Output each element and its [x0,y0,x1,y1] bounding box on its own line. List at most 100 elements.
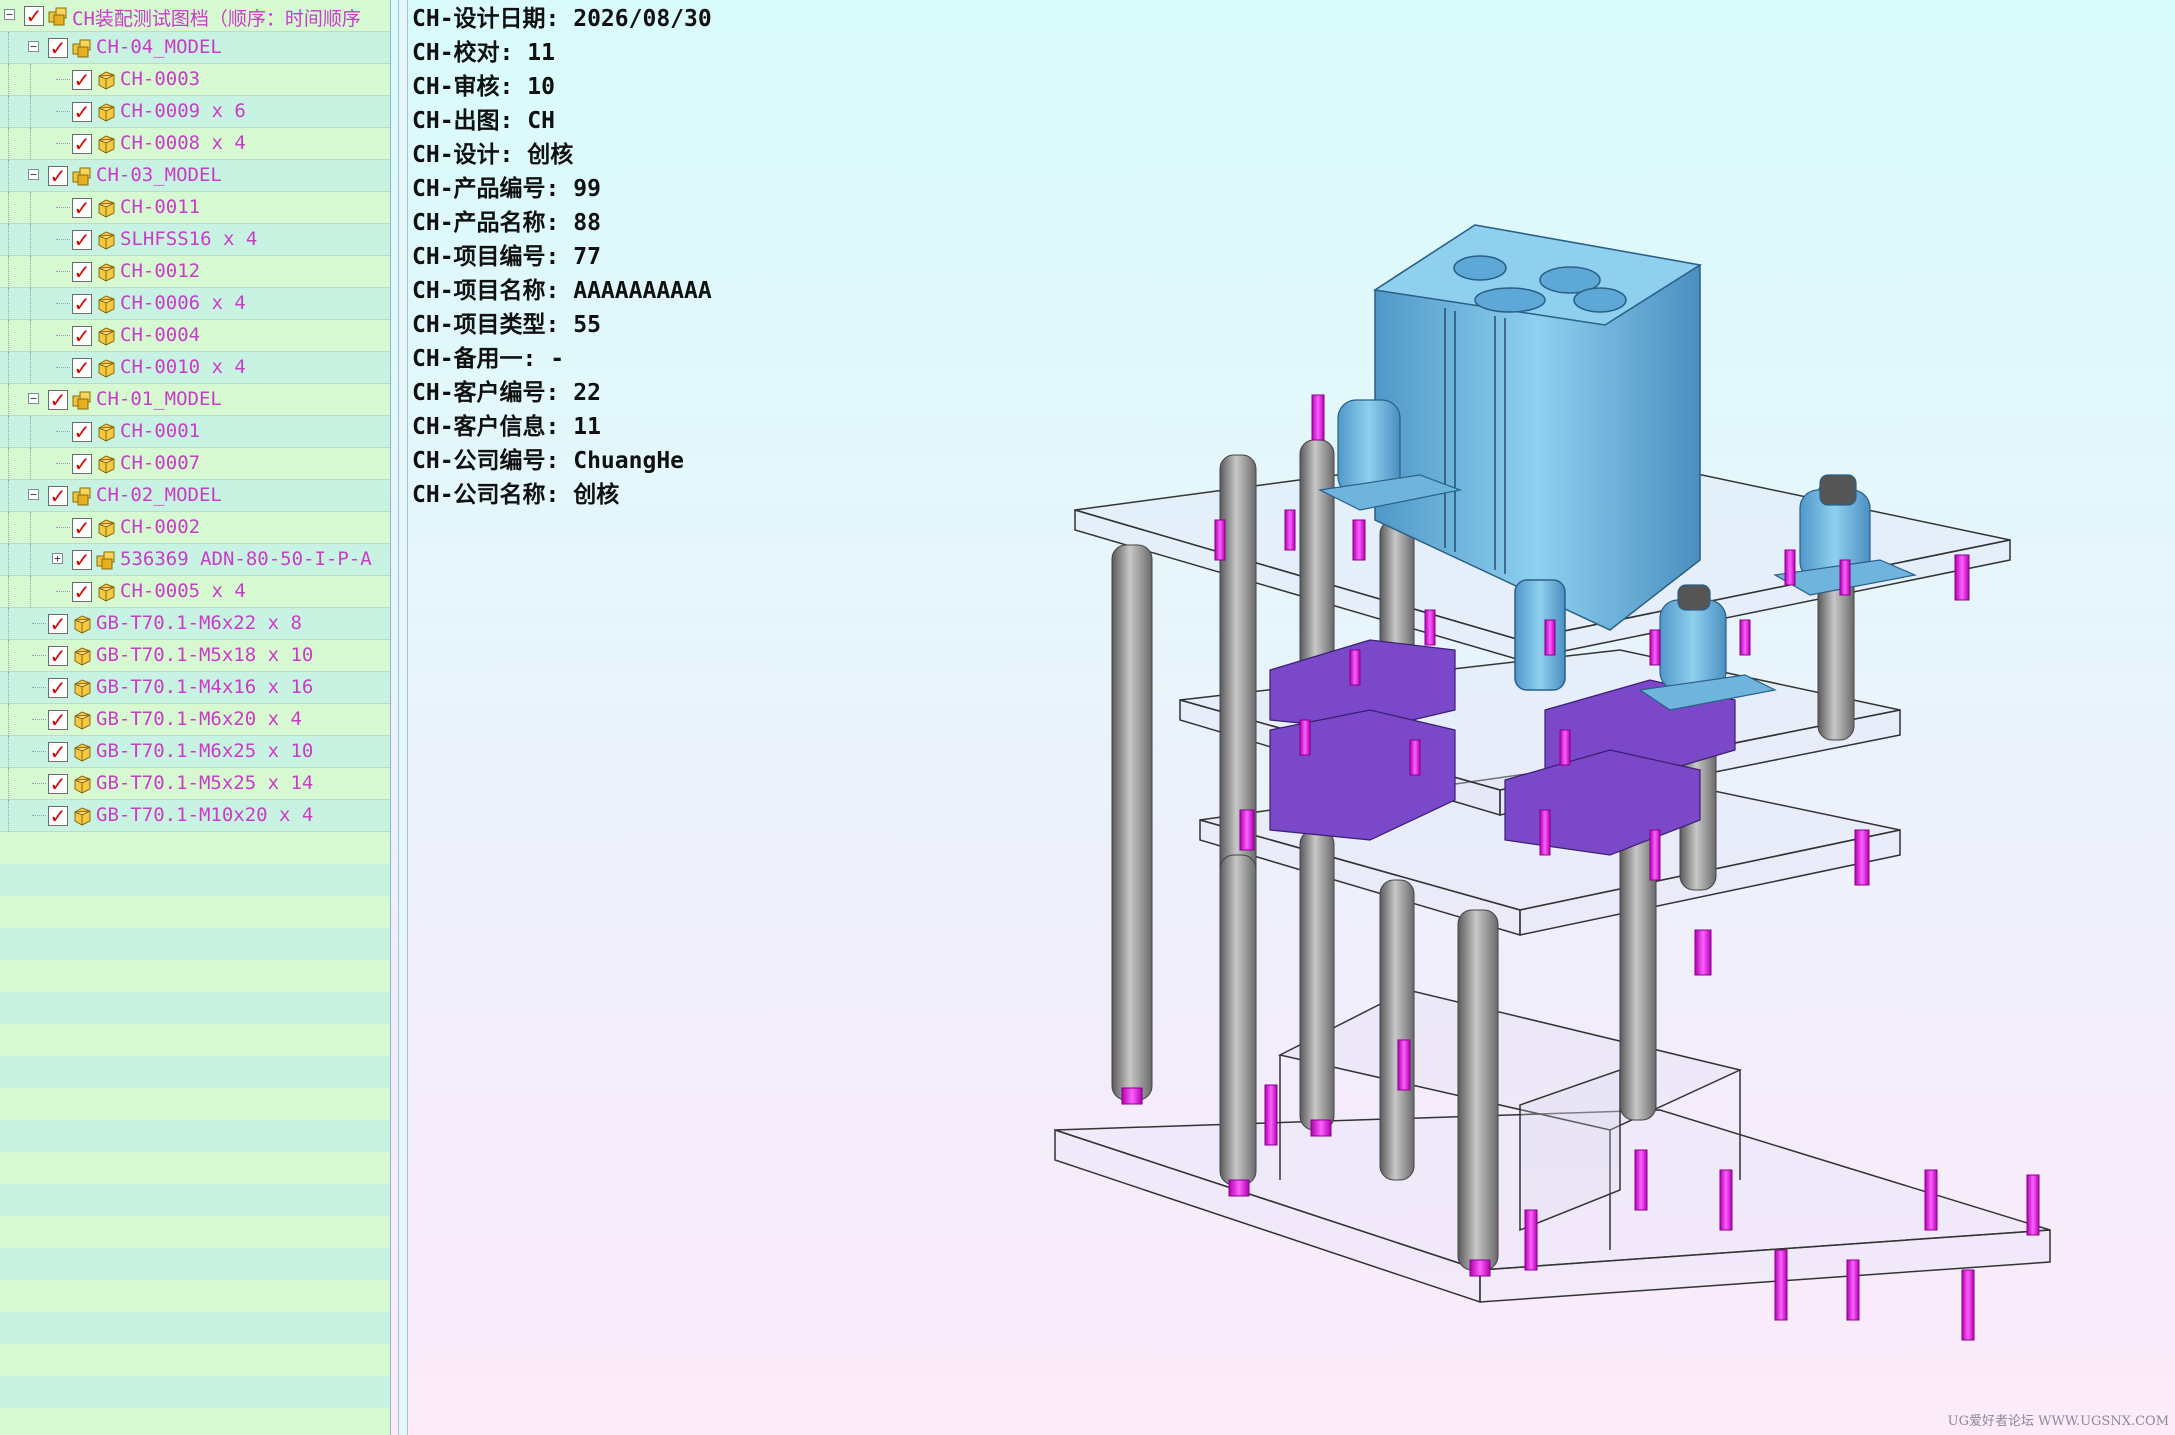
tree-row[interactable]: − ✓ CH-01_MODEL [0,384,390,416]
tree-connector [30,320,31,352]
assembly-icon [72,487,91,506]
tree-connector [8,768,9,800]
tree-row[interactable]: ✓ CH-0011 [0,192,390,224]
collapse-toggle[interactable]: − [28,393,39,404]
tree-item-label: CH-0006 x 4 [120,292,246,314]
visibility-checkbox[interactable]: ✓ [48,166,68,186]
part-icon [74,807,91,826]
visibility-checkbox[interactable]: ✓ [48,486,68,506]
tree-row[interactable]: ✓ CH-0004 [0,320,390,352]
tree-row[interactable]: ✓ GB-T70.1-M5x25 x 14 [0,768,390,800]
assembly-icon [72,167,91,186]
tree-row[interactable]: ✓ CH-0008 x 4 [0,128,390,160]
part-icon [98,103,115,122]
tree-row[interactable]: − ✓ CH-03_MODEL [0,160,390,192]
tree-row[interactable]: − ✓ CH-02_MODEL [0,480,390,512]
visibility-checkbox[interactable]: ✓ [72,582,92,602]
tree-row[interactable]: ✓ CH-0012 [0,256,390,288]
visibility-checkbox[interactable]: ✓ [72,102,92,122]
tree-item-label: CH-0003 [120,68,201,90]
tree-row[interactable]: − ✓ CH-04_MODEL [0,32,390,64]
tree-connector [56,207,70,208]
tree-row[interactable]: ✓ CH-0007 [0,448,390,480]
attribute-line: CH-公司名称: 创核 [412,482,620,508]
visibility-checkbox[interactable]: ✓ [48,678,68,698]
tree-row[interactable]: ✓ CH-0010 x 4 [0,352,390,384]
splitter[interactable] [398,0,408,1435]
visibility-checkbox[interactable]: ✓ [72,134,92,154]
tree-row[interactable]: + ✓ 536369 ADN-80-50-I-P-A [0,544,390,576]
visibility-checkbox[interactable]: ✓ [48,38,68,58]
tree-connector [56,303,70,304]
attribute-line: CH-项目编号: 77 [412,244,601,270]
attribute-line: CH-出图: CH [412,108,555,134]
collapse-toggle[interactable]: − [4,9,15,20]
tree-row[interactable]: ✓ CH-0005 x 4 [0,576,390,608]
visibility-checkbox[interactable]: ✓ [72,230,92,250]
tree-connector [8,64,9,96]
visibility-checkbox[interactable]: ✓ [48,646,68,666]
visibility-checkbox[interactable]: ✓ [72,454,92,474]
tree-row[interactable]: ✓ GB-T70.1-M6x22 x 8 [0,608,390,640]
collapse-toggle[interactable]: − [28,169,39,180]
tree-item-label: CH-03_MODEL [96,164,222,186]
tree-row[interactable]: ✓ CH-0009 x 6 [0,96,390,128]
assembly-icon [96,551,115,570]
tree-item-label: CH-0007 [120,452,201,474]
tree-item-label: CH-0001 [120,420,201,442]
visibility-checkbox[interactable]: ✓ [48,614,68,634]
tree-row[interactable]: ✓ GB-T70.1-M5x18 x 10 [0,640,390,672]
tree-row[interactable]: − ✓ CH装配测试图档（顺序：时间顺序 [0,0,390,32]
model-viewport[interactable] [1000,190,2090,1410]
part-icon [98,583,115,602]
visibility-checkbox[interactable]: ✓ [48,390,68,410]
tree-row[interactable]: ✓ GB-T70.1-M10x20 x 4 [0,800,390,832]
tree-item-label: GB-T70.1-M5x18 x 10 [96,644,314,666]
tree-connector [8,32,9,64]
visibility-checkbox[interactable]: ✓ [72,550,92,570]
tree-connector [56,335,70,336]
visibility-checkbox[interactable]: ✓ [24,6,44,26]
tree-connector [56,527,70,528]
tree-connector [30,128,31,160]
visibility-checkbox[interactable]: ✓ [72,70,92,90]
tree-connector [56,591,70,592]
tree-connector [8,544,9,576]
visibility-checkbox[interactable]: ✓ [72,198,92,218]
visibility-checkbox[interactable]: ✓ [48,806,68,826]
collapse-toggle[interactable]: − [28,489,39,500]
visibility-checkbox[interactable]: ✓ [72,262,92,282]
tree-connector [30,512,31,544]
attribute-line: CH-项目名称: AAAAAAAAAA [412,278,712,304]
visibility-checkbox[interactable]: ✓ [72,358,92,378]
visibility-checkbox[interactable]: ✓ [72,422,92,442]
visibility-checkbox[interactable]: ✓ [72,518,92,538]
tree-item-label: GB-T70.1-M6x20 x 4 [96,708,302,730]
tree-row[interactable]: ✓ GB-T70.1-M6x25 x 10 [0,736,390,768]
tree-row[interactable]: ✓ SLHFSS16 x 4 [0,224,390,256]
tree-row[interactable]: ✓ CH-0003 [0,64,390,96]
tree-item-label: CH-0009 x 6 [120,100,246,122]
visibility-checkbox[interactable]: ✓ [72,294,92,314]
tree-connector [30,64,31,96]
visibility-checkbox[interactable]: ✓ [48,774,68,794]
tree-connector [8,192,9,224]
part-icon [74,679,91,698]
visibility-checkbox[interactable]: ✓ [72,326,92,346]
assembly-icon [72,391,91,410]
tree-row[interactable]: ✓ CH-0002 [0,512,390,544]
visibility-checkbox[interactable]: ✓ [48,710,68,730]
tree-row[interactable]: ✓ CH-0006 x 4 [0,288,390,320]
tree-row[interactable]: ✓ GB-T70.1-M4x16 x 16 [0,672,390,704]
tree-connector [30,352,31,384]
tree-row[interactable]: ✓ CH-0001 [0,416,390,448]
tree-connector [32,751,46,752]
visibility-checkbox[interactable]: ✓ [48,742,68,762]
tree-connector [32,783,46,784]
tree-connector [30,416,31,448]
tree-connector [30,576,31,608]
expand-toggle[interactable]: + [52,553,63,564]
collapse-toggle[interactable]: − [28,41,39,52]
tree-row[interactable]: ✓ GB-T70.1-M6x20 x 4 [0,704,390,736]
tree-connector [30,448,31,480]
